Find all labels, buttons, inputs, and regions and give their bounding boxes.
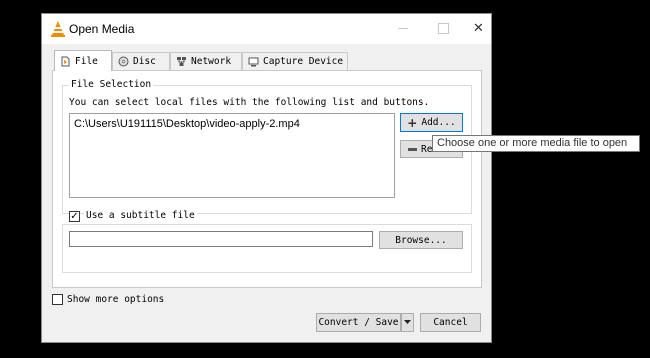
minimize-button[interactable] (380, 14, 425, 44)
convert-save-label: Convert / Save (318, 317, 399, 328)
file-selection-description: You can select local files with the foll… (69, 97, 430, 108)
browse-button[interactable]: Browse... (379, 231, 463, 249)
subtitle-checkbox[interactable]: ✓ (69, 211, 80, 222)
cancel-label: Cancel (433, 317, 468, 328)
file-icon (61, 56, 70, 66)
minimize-icon (397, 28, 408, 29)
show-more-label[interactable]: Show more options (67, 294, 164, 305)
close-icon: ✕ (473, 21, 484, 36)
minus-icon (408, 147, 417, 151)
close-button[interactable]: ✕ (456, 14, 501, 44)
disc-icon (118, 56, 129, 67)
remove-button-label: Re (421, 143, 433, 155)
capture-device-icon (248, 57, 259, 67)
add-button-label: Add... (421, 117, 456, 128)
chevron-down-icon (404, 320, 411, 324)
convert-save-dropdown[interactable] (401, 313, 414, 332)
subtitle-path-field[interactable] (69, 231, 373, 247)
title-bar[interactable]: Open Media ✕ (42, 14, 491, 44)
window-title: Open Media (69, 22, 135, 36)
file-list-item[interactable]: C:\Users\U191115\Desktop\video-apply-2.m… (74, 118, 300, 130)
plus-icon: + (407, 115, 418, 130)
tab-disc[interactable]: Disc (112, 52, 170, 70)
add-button-tooltip: Choose one or more media file to open (432, 135, 640, 152)
tab-label: File (75, 55, 98, 67)
browse-button-label: Browse... (395, 234, 447, 246)
vlc-icon (51, 21, 65, 37)
file-list[interactable]: C:\Users\U191115\Desktop\video-apply-2.m… (69, 113, 395, 198)
tab-file[interactable]: File (54, 50, 112, 71)
tab-label: Disc (133, 56, 156, 67)
subtitle-checkbox-label[interactable]: Use a subtitle file (84, 210, 197, 221)
file-selection-legend: File Selection (69, 79, 154, 90)
tab-label: Network (191, 56, 232, 67)
tab-network[interactable]: Network (170, 52, 242, 70)
maximize-icon (438, 23, 449, 34)
add-button[interactable]: + Add... (400, 113, 463, 132)
show-more-checkbox[interactable] (52, 294, 63, 305)
tab-capture-device[interactable]: Capture Device (242, 52, 348, 70)
tab-label: Capture Device (263, 56, 344, 67)
network-icon (177, 57, 186, 66)
convert-save-button[interactable]: Convert / Save (316, 313, 401, 332)
cancel-button[interactable]: Cancel (420, 313, 481, 332)
